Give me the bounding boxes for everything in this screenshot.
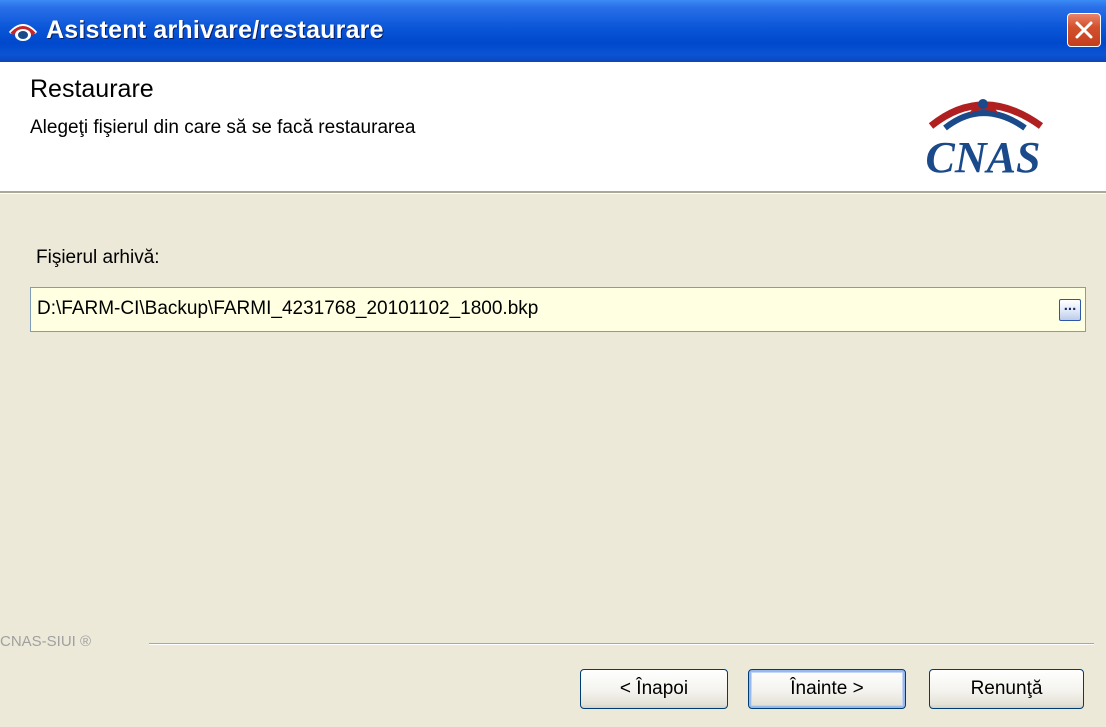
cnas-logo: CNAS xyxy=(926,99,1044,180)
browse-button[interactable]: ... xyxy=(1059,298,1081,321)
logo-text: CNAS xyxy=(926,133,1041,180)
window-title: Asistent arhivare/restaurare xyxy=(46,16,384,44)
page-title: Restaurare xyxy=(30,75,154,103)
next-button[interactable]: Înainte > xyxy=(748,669,906,709)
close-button[interactable] xyxy=(1067,13,1101,47)
page-subtitle: Alegeţi fişierul din care să se facă res… xyxy=(30,117,416,138)
close-icon xyxy=(1075,21,1093,39)
title-bar[interactable]: Asistent arhivare/restaurare xyxy=(0,0,1106,62)
footer-divider xyxy=(149,643,1094,645)
back-button[interactable]: < Înapoi xyxy=(580,669,728,709)
cnas-app-icon xyxy=(8,24,38,41)
header-divider xyxy=(0,191,1106,194)
archive-path-value[interactable]: D:\FARM-CI\Backup\FARMI_4231768_20101102… xyxy=(37,298,538,320)
archive-path-field[interactable]: D:\FARM-CI\Backup\FARMI_4231768_20101102… xyxy=(30,287,1086,332)
wizard-header: Restaurare Alegeţi fişierul din care să … xyxy=(0,62,1106,191)
footer-brand: CNAS-SIUI ® xyxy=(0,633,92,650)
cancel-button[interactable]: Renunţă xyxy=(929,669,1084,709)
archive-file-label: Fişierul arhivă: xyxy=(36,247,160,268)
dialog-window: Asistent arhivare/restaurare Restaurare … xyxy=(0,0,1106,727)
